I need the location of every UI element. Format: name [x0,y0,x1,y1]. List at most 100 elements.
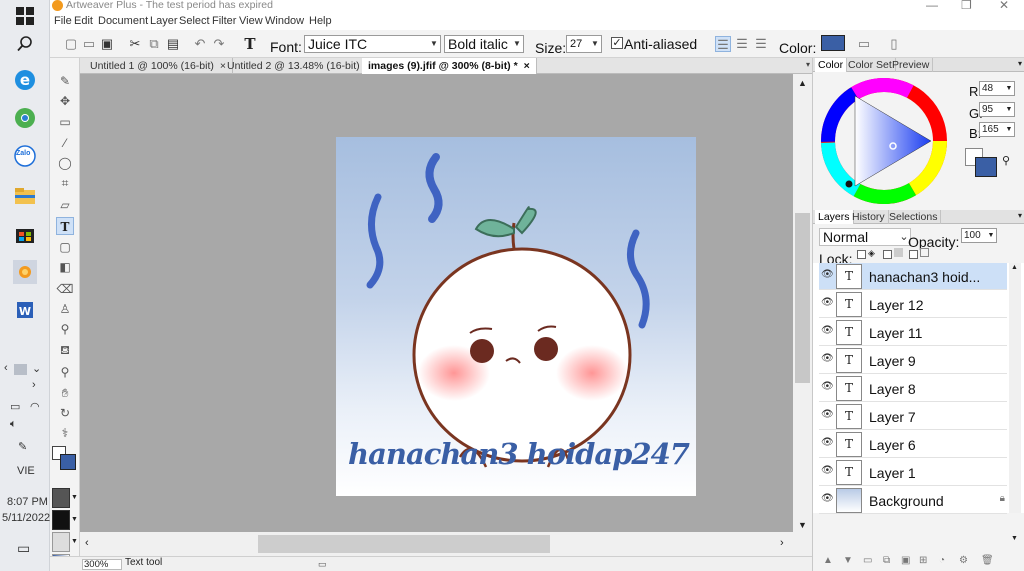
canvas-text-layer[interactable]: hanachan3 hoidap247 [348,437,690,471]
volume-icon[interactable]: 🔈︎ [10,418,17,431]
save-icon[interactable]: ▣ [99,36,115,52]
search-icon[interactable] [13,32,37,56]
text-tool-icon[interactable]: T [56,217,74,235]
lock-position-checkbox[interactable] [909,250,918,259]
lasso-tool-icon[interactable]: ◯ [56,154,74,172]
brush-tool-icon[interactable]: ✎ [56,72,74,90]
horizontal-scrollbar[interactable]: ‹ › [80,532,793,556]
language-indicator[interactable]: VIE [17,465,35,477]
chrome-browser-icon[interactable] [13,106,37,130]
color-swatch[interactable] [821,35,845,51]
foreground-color-swatch[interactable] [60,454,76,470]
tray-thumbnail[interactable] [14,364,27,375]
menu-select[interactable]: Select [179,15,210,27]
notification-icon[interactable]: ▭ [17,540,30,557]
menu-help[interactable]: Help [309,15,332,27]
primary-color-swatch[interactable] [975,157,997,177]
zoom-field[interactable]: 300% [82,559,122,570]
status-menu-icon[interactable]: ▭ [318,559,327,570]
antialias-checkbox[interactable]: ✓ [611,37,623,49]
edge-browser-icon[interactable]: e [13,68,37,92]
battery-icon[interactable]: ▭ [10,400,20,413]
layer-row[interactable]: 👁︎ T Layer 12 [819,291,1007,318]
text-options-icon[interactable]: ▭ [856,36,872,52]
color-picker-icon[interactable]: ⚲ [1002,154,1010,167]
brush-preset-2[interactable] [52,510,70,530]
visibility-eye-icon[interactable]: 👁︎ [821,409,834,421]
color-wheel[interactable] [819,76,949,206]
brush-preset-2-dropdown-icon[interactable]: ▼ [71,516,78,523]
menu-edit[interactable]: Edit [74,15,93,27]
visibility-eye-icon[interactable]: 👁︎ [821,297,834,309]
layer-row[interactable]: 👁︎ T Layer 6 [819,431,1007,458]
menu-filter[interactable]: Filter [212,15,236,27]
tab-untitled-1[interactable]: Untitled 1 @ 100% (16-bit) × [84,58,233,74]
fill-tool-icon[interactable]: ⛾ [56,341,74,359]
horizontal-scroll-thumb[interactable] [258,535,550,553]
visibility-eye-icon[interactable]: 👁︎ [821,325,834,337]
wifi-icon[interactable]: ◠ [30,400,40,413]
layer-row[interactable]: 👁︎ T Layer 1 [819,459,1007,486]
tab-history[interactable]: History [849,210,889,224]
layer-name[interactable]: Layer 12 [869,297,1003,313]
text-document-icon[interactable]: ▯ [886,36,902,52]
font-select[interactable]: Juice ITC ▼ [304,35,441,53]
layers-panel-menu-icon[interactable]: ▾ [1018,211,1022,220]
lock-transparency-checkbox[interactable] [857,250,866,259]
visibility-eye-icon[interactable]: 👁︎ [821,465,834,477]
scroll-up-icon[interactable]: ▲ [798,78,807,88]
brush-preset-3[interactable] [52,532,70,552]
visibility-eye-icon[interactable]: 👁︎ [821,353,834,365]
layer-row[interactable]: 👁︎ T Layer 9 [819,347,1007,374]
gradient-tool-icon[interactable]: ◧ [56,258,74,276]
layer-effects-icon[interactable]: ⚙ [959,555,968,566]
merge-layer-icon[interactable]: ⊞ [919,555,927,566]
perspective-tool-icon[interactable]: ▱ [56,196,74,214]
scroll-down-icon[interactable]: ▼ [798,520,807,530]
tab-untitled-2[interactable]: Untitled 2 @ 13.48% (16-bit) * × [221,58,386,74]
visibility-eye-icon[interactable]: 👁︎ [821,437,834,449]
eraser-tool-icon[interactable]: ⌫ [56,280,74,298]
menu-view[interactable]: View [239,15,263,27]
brush-preset-1-dropdown-icon[interactable]: ▼ [71,494,78,501]
layer-row[interactable]: 👁︎ T hanachan3 hoid... [819,263,1007,290]
layer-properties-icon[interactable]: ◔ [939,555,945,566]
chevron-right-icon[interactable]: › [32,379,36,391]
artweaver-icon[interactable] [13,260,37,284]
layer-name[interactable]: Layer 7 [869,409,1003,425]
file-explorer-icon[interactable] [13,184,37,208]
layer-name[interactable]: Layer 1 [869,465,1003,481]
cut-icon[interactable]: ✂ [127,36,143,52]
align-left-icon[interactable]: ☰ [715,36,731,52]
clock-time[interactable]: 8:07 PM [7,496,48,508]
stamp-tool-icon[interactable]: ♙ [56,300,74,318]
font-dropdown-arrow-icon[interactable]: ▼ [428,36,440,52]
tab-selections[interactable]: Selections [886,210,942,224]
layer-mask-icon[interactable]: ▣ [901,555,910,566]
layers-scrollbar[interactable]: ▲ ▼ [1009,263,1021,542]
pen-icon[interactable]: ✎ [18,440,27,453]
canvas-area[interactable]: hanachan3 hoidap247 [80,74,793,532]
copy-icon[interactable]: ⧉ [146,36,162,52]
b-dropdown-icon[interactable]: ▼ [1004,123,1014,136]
layer-name[interactable]: Background [869,493,1003,509]
clock-date[interactable]: 5/11/2022 [2,512,50,524]
layer-name[interactable]: hanachan3 hoid... [869,269,1003,285]
menu-window[interactable]: Window [265,15,304,27]
magic-wand-tool-icon[interactable]: ⁄ [56,134,74,152]
vertical-scroll-thumb[interactable] [795,213,810,383]
g-input[interactable]: 95 ▼ [979,102,1015,117]
blend-mode-select[interactable]: Normal ⌄ [819,228,911,246]
rectangle-select-tool-icon[interactable]: ▭ [56,113,74,131]
brush-preset-1[interactable] [52,488,70,508]
paste-icon[interactable]: ▤ [165,36,181,52]
g-dropdown-icon[interactable]: ▼ [1004,103,1014,116]
maximize-button[interactable]: ❐ [961,0,972,12]
layer-name[interactable]: Layer 6 [869,437,1003,453]
open-file-icon[interactable]: ▭ [81,36,97,52]
tabs-menu-icon[interactable]: ▾ [806,60,810,69]
zoom-tool-icon[interactable]: ⚲ [56,363,74,381]
rotate-tool-icon[interactable]: ↻ [56,404,74,422]
delete-layer-icon[interactable]: 🗑︎ [981,555,994,566]
undo-icon[interactable]: ↶ [192,36,208,52]
